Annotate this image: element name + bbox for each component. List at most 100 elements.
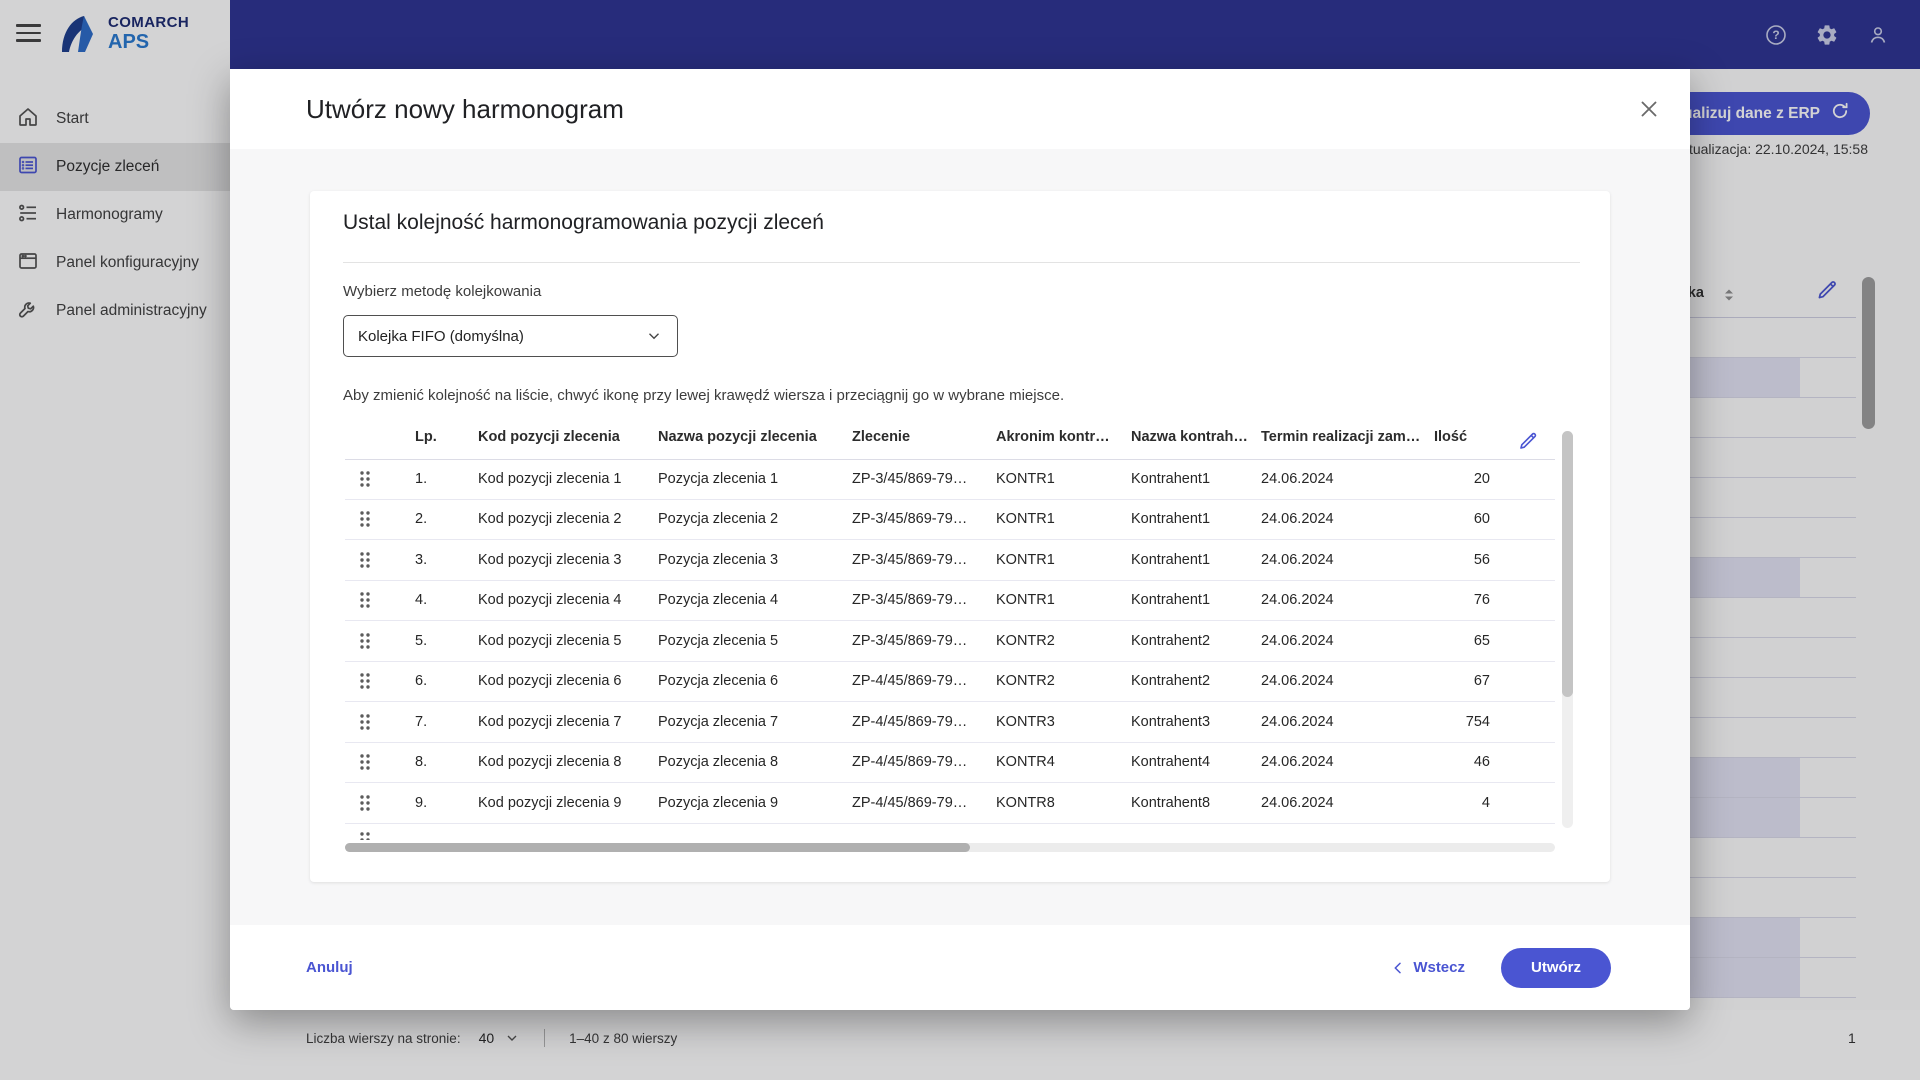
horizontal-scrollbar-thumb[interactable] xyxy=(345,843,970,852)
vertical-scrollbar-thumb[interactable] xyxy=(1562,431,1573,697)
cell-zlecenie: ZP-3/45/869-79… xyxy=(852,632,968,649)
cell-lp: 8. xyxy=(415,754,428,771)
horizontal-scrollbar xyxy=(345,843,1555,852)
sequence-card: Ustal kolejność harmonogramowania pozycj… xyxy=(310,191,1610,882)
drag-handle-icon[interactable] xyxy=(358,830,372,840)
cell-kontrahent: Kontrahent1 xyxy=(1131,592,1211,609)
cell-termin: 24.06.2024 xyxy=(1261,754,1334,771)
edit-pencil-icon[interactable] xyxy=(1516,429,1540,457)
back-button[interactable]: Wstecz xyxy=(1390,959,1465,976)
drag-handle-icon[interactable] xyxy=(358,712,372,732)
cell-zlecenie: ZP-4/45/869-79… xyxy=(852,754,968,771)
cell-termin: 24.06.2024 xyxy=(1261,511,1334,528)
drag-handle-icon[interactable] xyxy=(358,752,372,772)
cell-nazwa: Pozycja zlecenia 2 xyxy=(658,511,779,528)
cell-ilosc: 76 xyxy=(1473,592,1490,609)
section-divider xyxy=(343,262,1580,263)
cell-kontrahent: Kontrahent3 xyxy=(1131,713,1211,730)
column-header-akronim: Akronim kontr… xyxy=(996,429,1110,445)
cell-kontrahent: Kontrahent1 xyxy=(1131,511,1211,528)
cancel-button[interactable]: Anuluj xyxy=(306,959,353,976)
drag-handle-icon[interactable] xyxy=(358,469,372,489)
cell-termin: 24.06.2024 xyxy=(1261,551,1334,568)
drag-handle-icon[interactable] xyxy=(358,671,372,691)
column-header-zlecenie: Zlecenie xyxy=(852,429,911,445)
cell-nazwa: Pozycja zlecenia 3 xyxy=(658,551,779,568)
chevron-down-icon xyxy=(645,327,663,345)
queue-method-select[interactable]: Kolejka FIFO (domyślna) xyxy=(343,315,678,357)
modal-header: Utwórz nowy harmonogram xyxy=(230,69,1690,149)
cell-ilosc: 67 xyxy=(1473,673,1490,690)
cell-kontrahent: Kontrahent8 xyxy=(1131,794,1211,811)
cell-lp: 6. xyxy=(415,673,428,690)
cell-akronim: KONTR1 xyxy=(996,551,1055,568)
vertical-scrollbar xyxy=(1562,431,1573,828)
modal-title: Utwórz nowy harmonogram xyxy=(306,94,624,124)
cell-kontrahent: Kontrahent2 xyxy=(1131,632,1211,649)
cell-zlecenie: ZP-4/45/869-79… xyxy=(852,713,968,730)
cell-zlecenie: ZP-3/45/869-79… xyxy=(852,592,968,609)
cell-zlecenie: ZP-4/45/869-79… xyxy=(852,673,968,690)
cell-kontrahent: Kontrahent4 xyxy=(1131,754,1211,771)
cell-kontrahent: Kontrahent2 xyxy=(1131,673,1211,690)
drag-handle-icon[interactable] xyxy=(358,631,372,651)
table-row: 1. Kod pozycji zlecenia 1 Pozycja zlecenia… xyxy=(345,459,1555,500)
cell-ilosc: 56 xyxy=(1473,551,1490,568)
cell-nazwa: Pozycja zlecenia 8 xyxy=(658,754,779,771)
cell-zlecenie: ZP-3/45/869-79… xyxy=(852,511,968,528)
cell-ilosc: 65 xyxy=(1473,632,1490,649)
cell-kod: Kod pozycji zlecenia 2 xyxy=(478,511,622,528)
cell-lp: 9. xyxy=(415,794,428,811)
column-header-ilosc: Ilość xyxy=(1434,429,1468,445)
drag-handle-icon[interactable] xyxy=(358,509,372,529)
column-header-nazwa: Nazwa pozycji zlecenia xyxy=(658,429,817,445)
cell-lp: 4. xyxy=(415,592,428,609)
modal-footer: Anuluj Wstecz Utwórz xyxy=(230,925,1690,1010)
cell-nazwa: Pozycja zlecenia 1 xyxy=(658,470,779,487)
table-row: 8. Kod pozycji zlecenia 8 Pozycja zlecenia… xyxy=(345,743,1555,783)
cell-akronim: KONTR3 xyxy=(996,713,1055,730)
partial-next-row xyxy=(345,827,405,840)
table-row: 7. Kod pozycji zlecenia 7 Pozycja zlecenia… xyxy=(345,702,1555,743)
order-items-table-header: Lp. Kod pozycji zlecenia Nazwa pozycji z… xyxy=(345,417,1555,460)
cell-nazwa: Pozycja zlecenia 5 xyxy=(658,632,779,649)
cell-kod: Kod pozycji zlecenia 9 xyxy=(478,794,622,811)
cell-akronim: KONTR2 xyxy=(996,632,1055,649)
cell-kod: Kod pozycji zlecenia 4 xyxy=(478,592,622,609)
drag-handle-icon[interactable] xyxy=(358,590,372,610)
method-label: Wybierz metodę kolejkowania xyxy=(343,283,542,300)
cell-akronim: KONTR8 xyxy=(996,794,1055,811)
back-button-label: Wstecz xyxy=(1413,959,1465,976)
cell-lp: 7. xyxy=(415,713,428,730)
cell-lp: 2. xyxy=(415,511,428,528)
cell-kontrahent: Kontrahent1 xyxy=(1131,551,1211,568)
cell-kod: Kod pozycji zlecenia 6 xyxy=(478,673,622,690)
cell-termin: 24.06.2024 xyxy=(1261,470,1334,487)
cell-kod: Kod pozycji zlecenia 8 xyxy=(478,754,622,771)
cell-akronim: KONTR1 xyxy=(996,592,1055,609)
table-row: 2. Kod pozycji zlecenia 2 Pozycja zlecenia… xyxy=(345,500,1555,540)
create-button[interactable]: Utwórz xyxy=(1501,947,1611,988)
cell-kontrahent: Kontrahent1 xyxy=(1131,470,1211,487)
cell-lp: 1. xyxy=(415,470,428,487)
cell-nazwa: Pozycja zlecenia 6 xyxy=(658,673,779,690)
order-items-table-body: 1. Kod pozycji zlecenia 1 Pozycja zlecenia… xyxy=(345,459,1555,824)
table-row: 4. Kod pozycji zlecenia 4 Pozycja zlecenia… xyxy=(345,581,1555,621)
table-row: 9. Kod pozycji zlecenia 9 Pozycja zlecenia… xyxy=(345,783,1555,824)
drag-handle-icon[interactable] xyxy=(358,550,372,570)
cell-ilosc: 60 xyxy=(1473,511,1490,528)
cell-nazwa: Pozycja zlecenia 7 xyxy=(658,713,779,730)
create-schedule-modal: Utwórz nowy harmonogram Ustal kolejność … xyxy=(230,69,1690,1010)
cell-kod: Kod pozycji zlecenia 5 xyxy=(478,632,622,649)
reorder-hint: Aby zmienić kolejność na liście, chwyć i… xyxy=(343,387,1065,404)
cell-ilosc: 4 xyxy=(1481,794,1490,811)
close-icon[interactable] xyxy=(1636,96,1662,122)
column-header-kod: Kod pozycji zlecenia xyxy=(478,429,620,445)
cell-akronim: KONTR4 xyxy=(996,754,1055,771)
table-row: 5. Kod pozycji zlecenia 5 Pozycja zlecenia… xyxy=(345,621,1555,662)
drag-handle-icon[interactable] xyxy=(358,793,372,813)
cell-akronim: KONTR1 xyxy=(996,511,1055,528)
cell-termin: 24.06.2024 xyxy=(1261,592,1334,609)
cell-kod: Kod pozycji zlecenia 3 xyxy=(478,551,622,568)
cell-kod: Kod pozycji zlecenia 1 xyxy=(478,470,622,487)
